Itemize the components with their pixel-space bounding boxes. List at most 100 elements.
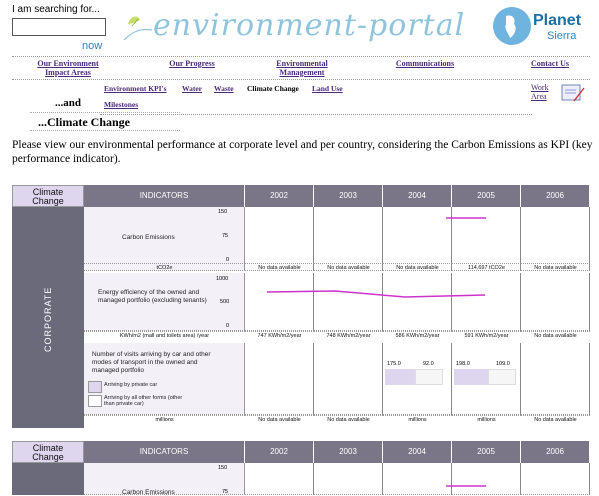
value-cell: 591 KWh/m2/year [452, 331, 521, 341]
value-cell: No data available [521, 331, 590, 341]
indicator-name: Carbon Emissions [122, 234, 175, 241]
value-cell: millions [452, 415, 521, 425]
year-header-2004: 2004 [383, 441, 452, 463]
page-title: ...Climate Change [38, 115, 130, 129]
bar-other-2004 [415, 369, 443, 385]
cell [521, 343, 590, 415]
nav-our-progress[interactable]: Our Progress [152, 59, 232, 68]
cell [245, 463, 314, 495]
energy-efficiency-line [266, 290, 486, 298]
search-button[interactable]: now [82, 40, 102, 52]
legend-swatch-car [88, 381, 102, 393]
cell [452, 463, 521, 495]
nav-communications[interactable]: Communications [380, 59, 470, 68]
year-header-2002: 2002 [245, 441, 314, 463]
indicators-header: INDICATORS [84, 185, 245, 207]
year-header-2006: 2006 [521, 441, 590, 463]
cell [314, 343, 383, 415]
value-cell: No data available [245, 415, 314, 425]
value-cell: No data available [314, 415, 383, 425]
work-area-link[interactable]: Work Area [531, 83, 549, 101]
year-header-2003: 2003 [314, 441, 383, 463]
and-label: ...and [55, 97, 81, 109]
nav-environmental-management[interactable]: Environmental Management [262, 59, 342, 77]
bar-car-2005 [454, 369, 488, 385]
unit-carbon: tCO2e [84, 263, 245, 273]
climate-change-header: Climate Change [12, 185, 84, 207]
cell [521, 207, 590, 271]
carbon-2005-mark [446, 217, 486, 219]
leaf-logo-icon [123, 16, 153, 41]
value-cell: No data available [521, 415, 590, 425]
year-header-2003: 2003 [314, 185, 383, 207]
indicator-visits: Number of visits arriving by car and oth… [84, 343, 245, 415]
cell [245, 207, 314, 271]
axis-tick: 75 [222, 489, 229, 495]
nav-environment-impact[interactable]: Our Environment Impact Areas [18, 59, 118, 77]
unit-energy: KWh/m2 (mall and toilets area) /year [84, 331, 245, 341]
search-label: I am searching for... [12, 4, 100, 15]
main-nav: Our Environment Impact Areas Our Progres… [12, 56, 590, 80]
value-label: 198.0 [456, 361, 470, 367]
axis-tick: 500 [220, 299, 230, 305]
subnav-waste[interactable]: Waste [214, 84, 234, 93]
value-label: 175.0 [387, 361, 401, 367]
portal-logo: environment-portal [153, 8, 466, 43]
value-cell: 586 KWh/m2/year [383, 331, 452, 341]
year-header-2006: 2006 [521, 185, 590, 207]
climate-change-header: Climate Change [12, 441, 84, 463]
subnav-kpis[interactable]: Environment KPI's [104, 84, 167, 93]
value-cell: No data available [521, 263, 590, 273]
year-header-2002: 2002 [245, 185, 314, 207]
value-cell: No data available [314, 263, 383, 273]
subnav-land-use[interactable]: Land Use [312, 84, 343, 93]
brand-sub: Sierra [547, 30, 577, 42]
nav-contact-us[interactable]: Contact Us [510, 59, 590, 68]
cell [314, 463, 383, 495]
indicator-carbon-emissions: Carbon Emissions [84, 207, 245, 271]
corporate-label: CORPORATE [43, 286, 53, 352]
axis-tick: 150 [218, 209, 228, 215]
indicators-header: INDICATORS [84, 441, 245, 463]
value-cell: millions [383, 415, 452, 425]
brand-name: Planet [533, 12, 582, 29]
work-area-icon[interactable] [560, 82, 586, 104]
axis-tick: 75 [222, 233, 229, 239]
cell [521, 273, 590, 331]
cell: 198.0 109.0 [452, 343, 521, 415]
value-cell: No data available [383, 263, 452, 273]
value-cell: No data available [245, 263, 314, 273]
year-header-2005: 2005 [452, 185, 521, 207]
cell [383, 463, 452, 495]
planet-globe-icon [493, 7, 531, 45]
cell [521, 463, 590, 495]
subnav-climate-change-current: Climate Change [247, 84, 299, 93]
axis-tick: 0 [226, 323, 230, 329]
cell: 175.0 92.0 [383, 343, 452, 415]
cell [314, 207, 383, 271]
corporate-sidebar: CORPORATE [12, 207, 84, 428]
year-header-2004: 2004 [383, 185, 452, 207]
value-label: 92.0 [423, 361, 434, 367]
value-cell: 748 KWh/m2/year [314, 331, 383, 341]
indicator-name: Number of visits arriving by car and oth… [92, 351, 211, 374]
subnav-water[interactable]: Water [182, 84, 202, 93]
value-cell: 114,697 tCO2e [452, 263, 521, 273]
legend-swatch-other [88, 395, 102, 407]
cell [245, 343, 314, 415]
search-input[interactable] [12, 18, 106, 36]
subnav: Environment KPI's Water Waste Climate Ch… [100, 82, 532, 115]
legend-label-car: Arriving by private car [104, 382, 158, 388]
unit-visits: millions [84, 415, 245, 425]
year-header-2005: 2005 [452, 441, 521, 463]
sidebar [12, 463, 84, 495]
axis-tick: 150 [218, 465, 228, 471]
kpi-table-second: Climate Change INDICATORS 2002 2003 2004… [12, 441, 590, 496]
value-cell: 747 KWh/m2/year [245, 331, 314, 341]
cell [383, 207, 452, 271]
value-label: 109.0 [496, 361, 510, 367]
subnav-milestones[interactable]: Milestones [104, 100, 138, 109]
kpi-table: Climate Change INDICATORS 2002 2003 2004… [12, 185, 590, 428]
carbon-2005-mark [446, 485, 486, 487]
bar-other-2005 [488, 369, 516, 385]
